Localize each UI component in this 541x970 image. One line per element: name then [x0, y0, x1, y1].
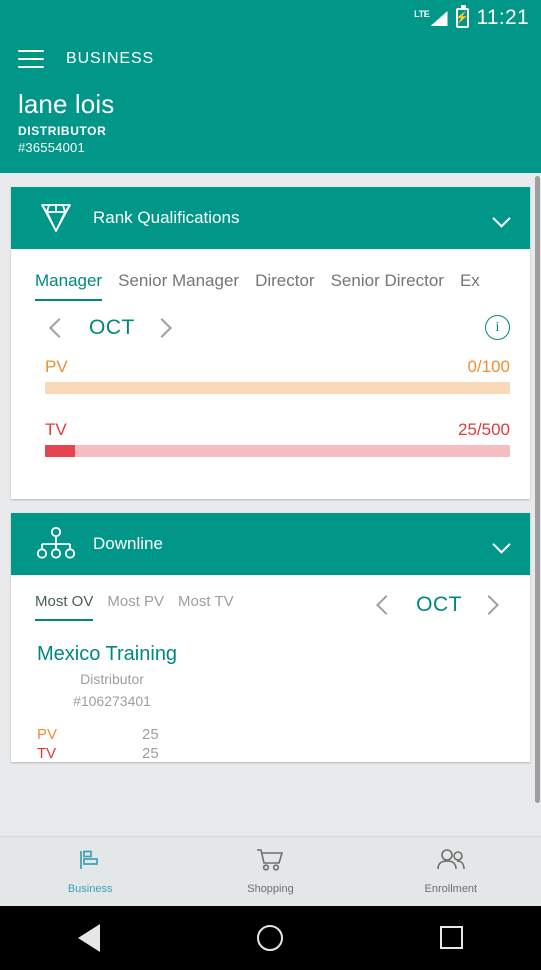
rank-tabs[interactable]: Manager Senior Manager Director Senior D…	[11, 249, 530, 301]
metric-tv-label: TV	[45, 419, 67, 439]
downline-entry-id: #106273401	[73, 692, 151, 709]
downline-entry-role: Distributor	[80, 670, 144, 687]
rank-metrics: PV 0/100 TV 25/500	[11, 341, 530, 457]
app-bar: BUSINESS	[0, 36, 541, 82]
content-scroll-area[interactable]: Rank Qualifications Manager Senior Manag…	[0, 172, 541, 836]
rank-qualifications-card: Rank Qualifications Manager Senior Manag…	[11, 186, 530, 499]
downline-stat-pv-label: PV	[37, 726, 58, 744]
shopping-cart-icon	[256, 848, 284, 877]
tab-director[interactable]: Director	[255, 271, 315, 301]
profile-id: #36554001	[18, 139, 85, 155]
chevron-down-icon[interactable]	[492, 208, 512, 228]
chevron-left-icon[interactable]	[372, 592, 398, 618]
info-circle-icon[interactable]: i	[485, 315, 510, 341]
signal-bars-icon: LTE	[414, 9, 448, 26]
battery-charging-icon: ⚡	[455, 5, 469, 28]
page-title: BUSINESS	[66, 50, 155, 67]
nav-item-business[interactable]: Business	[0, 837, 180, 906]
downline-card-title: Downline	[93, 533, 163, 553]
metric-pv-label: PV	[45, 356, 68, 376]
list-item[interactable]: Mexico Training Distributor #106273401 P…	[11, 621, 530, 762]
tab-senior-director[interactable]: Senior Director	[331, 271, 444, 301]
charging-bolt: ⚡	[455, 11, 469, 24]
diamond-icon	[35, 201, 79, 235]
card-bottom-padding	[11, 457, 530, 499]
downline-card-header[interactable]: Downline	[11, 512, 530, 575]
metric-tv-fill	[45, 444, 75, 457]
downline-stat-tv-label: TV	[37, 745, 57, 763]
metric-tv: TV 25/500	[45, 420, 510, 457]
signal-triangle	[430, 11, 448, 26]
chevron-down-icon[interactable]	[492, 534, 512, 554]
chevron-left-icon[interactable]	[45, 315, 71, 341]
rank-month-nav: OCT i	[11, 301, 530, 341]
downline-stat-tv-value: 25	[142, 745, 159, 763]
downline-stat-tv: TV 25	[37, 745, 506, 762]
bottom-navigation: Business Shopping Enrollment	[0, 835, 541, 906]
system-navigation-bar	[0, 905, 541, 970]
downline-entry-name[interactable]: Mexico Training	[37, 643, 506, 666]
chevron-right-icon[interactable]	[153, 315, 179, 341]
tab-executive[interactable]: Ex	[460, 271, 480, 301]
nav-item-shopping[interactable]: Shopping	[180, 837, 360, 906]
profile-header: lane lois DISTRIBUTOR #36554001	[0, 82, 541, 173]
downline-card: Downline Most OV Most PV Most TV OCT Mex…	[11, 512, 530, 763]
tab-senior-manager[interactable]: Senior Manager	[118, 271, 239, 301]
downline-tabs[interactable]: Most OV Most PV Most TV OCT	[11, 575, 530, 621]
tab-most-pv[interactable]: Most PV	[107, 593, 164, 621]
nav-item-enrollment[interactable]: Enrollment	[361, 837, 541, 906]
rank-card-title: Rank Qualifications	[93, 207, 240, 227]
tab-most-tv[interactable]: Most TV	[178, 593, 234, 621]
downline-entry-stats: PV 25 TV 25	[37, 726, 506, 762]
tab-manager[interactable]: Manager	[35, 271, 103, 301]
square-recents-icon[interactable]	[439, 926, 463, 950]
downline-month-nav: OCT	[372, 589, 506, 621]
triangle-back-icon[interactable]	[78, 923, 101, 952]
rank-card-header[interactable]: Rank Qualifications	[11, 186, 530, 249]
metric-pv-progressbar	[45, 381, 510, 394]
chevron-right-icon[interactable]	[480, 592, 506, 618]
status-bar-clock: 11:21	[476, 6, 529, 29]
metric-tv-value: 25/500	[458, 419, 510, 439]
circle-home-icon[interactable]	[256, 924, 283, 951]
metric-pv: PV 0/100	[45, 357, 510, 394]
nav-label-enrollment: Enrollment	[424, 882, 478, 895]
bar-chart-icon	[77, 848, 103, 877]
nav-label-shopping: Shopping	[247, 882, 294, 895]
downline-stat-pv-value: 25	[142, 726, 159, 744]
metric-tv-progressbar	[45, 444, 510, 457]
hamburger-menu-icon[interactable]	[18, 50, 44, 68]
vertical-scrollbar[interactable]	[535, 175, 540, 803]
nav-label-business: Business	[67, 882, 113, 895]
tab-most-ov[interactable]: Most OV	[35, 593, 94, 621]
divider	[45, 394, 510, 420]
profile-name: lane lois	[18, 89, 115, 119]
profile-role: DISTRIBUTOR	[18, 123, 107, 138]
metric-pv-value: 0/100	[467, 356, 510, 376]
org-chart-icon	[35, 526, 79, 562]
downline-month-label: OCT	[416, 592, 462, 616]
rank-month-label: OCT	[89, 315, 135, 339]
network-type-label: LTE	[414, 9, 430, 19]
people-icon	[435, 848, 467, 877]
downline-stat-pv: PV 25	[37, 726, 506, 743]
status-bar: LTE ⚡ 11:21	[0, 0, 541, 36]
